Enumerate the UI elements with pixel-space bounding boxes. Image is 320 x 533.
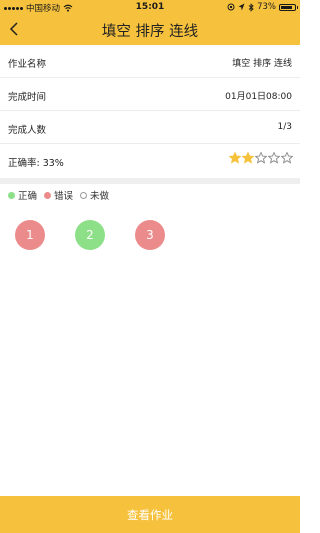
status-legend: 正确 错误 未做: [8, 188, 116, 202]
homework-result-screen: 中国移动 15:01 73% 填空 排序 连线 作业名称 填空 排序 连线 完成…: [0, 0, 300, 533]
question-list: 1 2 3: [15, 220, 285, 250]
battery-percent: 73%: [257, 2, 276, 12]
correct-dot-icon: [8, 191, 15, 199]
question-3-button[interactable]: 3: [135, 220, 165, 250]
legend-undone-label: 未做: [90, 191, 110, 202]
star-empty-icon: [281, 152, 293, 164]
undone-dot-icon: [80, 191, 88, 199]
finish-count-value: 1/3: [277, 122, 292, 132]
battery-icon: [279, 3, 298, 11]
legend-correct: 正确: [8, 188, 37, 202]
star-filled-icon: [229, 152, 241, 164]
star-rating: [229, 152, 293, 164]
status-bar: 中国移动 15:01 73%: [0, 0, 300, 14]
header-bar: 中国移动 15:01 73% 填空 排序 连线: [0, 0, 300, 45]
legend-wrong: 错误: [44, 188, 73, 202]
rotation-lock-icon: [227, 3, 235, 11]
wrong-dot-icon: [44, 191, 52, 199]
star-empty-icon: [255, 152, 267, 164]
question-1-button[interactable]: 1: [15, 220, 45, 250]
legend-undone: 未做: [80, 188, 109, 202]
status-right: 73%: [227, 2, 298, 12]
finish-count-row: 完成人数 1/3: [0, 111, 300, 144]
star-filled-icon: [242, 152, 254, 164]
finish-time-label: 完成时间: [8, 92, 47, 103]
finish-time-value: 01月01日08:00: [225, 92, 292, 102]
accuracy-row: 正确率: 33%: [0, 144, 300, 174]
location-icon: [238, 3, 245, 11]
homework-name-label: 作业名称: [8, 59, 47, 70]
section-divider: [0, 178, 300, 184]
finish-time-row: 完成时间 01月01日08:00: [0, 78, 300, 111]
bluetooth-icon: [248, 2, 254, 12]
question-2-button[interactable]: 2: [75, 220, 105, 250]
homework-info-list: 作业名称 填空 排序 连线 完成时间 01月01日08:00 完成人数 1/3 …: [0, 45, 300, 174]
legend-correct-label: 正确: [18, 191, 38, 202]
homework-name-value: 填空 排序 连线: [232, 59, 292, 69]
star-empty-icon: [268, 152, 280, 164]
homework-name-row: 作业名称 填空 排序 连线: [0, 45, 300, 78]
view-homework-button[interactable]: 查看作业: [0, 496, 300, 533]
accuracy-label: 正确率: 33%: [8, 158, 64, 169]
legend-wrong-label: 错误: [54, 191, 74, 202]
page-title: 填空 排序 连线: [101, 24, 199, 40]
finish-count-label: 完成人数: [8, 125, 47, 136]
